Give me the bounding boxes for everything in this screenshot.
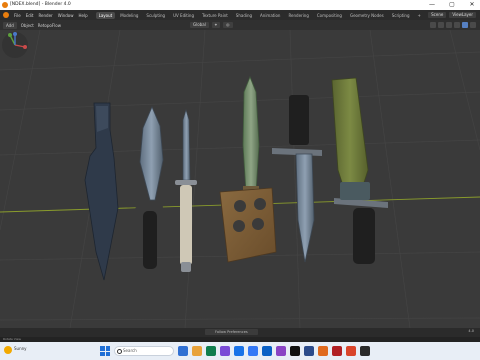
rendered-shading-icon[interactable] (470, 22, 476, 28)
taskbar-app-icon-9[interactable] (304, 346, 314, 356)
scene-selector: Scene ViewLayer (428, 12, 476, 18)
menu-window[interactable]: Window (58, 13, 74, 18)
add-menu[interactable]: Add (3, 21, 17, 29)
wireframe-shading-icon[interactable] (446, 22, 452, 28)
viewport-scene (0, 30, 480, 328)
workspace-tab-8[interactable]: Compositing (314, 12, 345, 19)
3d-viewport[interactable] (0, 30, 480, 328)
view-layer-field[interactable]: ViewLayer (449, 12, 476, 18)
workspace-tab-10[interactable]: Scripting (389, 12, 413, 19)
knife-trench-knuckle (219, 75, 277, 263)
retopoflow-menu[interactable]: RetopoFlow (38, 23, 61, 28)
blender-version: 4.0 (468, 329, 474, 333)
taskbar-app-icon-5[interactable] (248, 346, 258, 356)
viewport-shading-controls (430, 22, 476, 28)
transform-orientation-dropdown[interactable]: Global (190, 22, 209, 28)
taskbar-app-icon-7[interactable] (276, 346, 286, 356)
timeline-bar: Follow Preferences 4.0 (0, 328, 480, 337)
windows-taskbar: Sunny Search (0, 342, 480, 360)
workspace-tab-1[interactable]: Modeling (117, 12, 141, 19)
knife-stiletto (175, 108, 197, 272)
snap-icon[interactable]: ⌖ (211, 22, 221, 28)
close-button[interactable]: ✕ (468, 0, 476, 10)
menu-edit[interactable]: Edit (26, 13, 34, 18)
workspace-tab-0[interactable]: Layout (95, 11, 116, 19)
blender-top-bar: File Edit Render Window Help Layout Model… (0, 10, 480, 20)
taskbar-app-icon-2[interactable] (206, 346, 216, 356)
transform-controls: Global ⌖ ◎ (190, 22, 233, 28)
sun-icon (4, 346, 12, 354)
taskbar-app-icon-13[interactable] (360, 346, 370, 356)
workspace-tab-5[interactable]: Shading (233, 12, 255, 19)
taskbar-app-icon-1[interactable] (192, 346, 202, 356)
knife-bayonet-scabbard (331, 77, 388, 264)
taskbar-app-icon-10[interactable] (318, 346, 328, 356)
weather-text: Sunny (14, 346, 27, 351)
workspace-tab-4[interactable]: Texture Paint (199, 12, 231, 19)
solid-shading-icon[interactable] (454, 22, 460, 28)
taskbar-app-icon-0[interactable] (178, 346, 188, 356)
taskbar-app-icon-12[interactable] (346, 346, 356, 356)
menu-file[interactable]: File (14, 13, 21, 18)
material-shading-icon[interactable] (462, 22, 468, 28)
workspace-tab-7[interactable]: Rendering (285, 12, 311, 19)
proportional-edit-icon[interactable]: ◎ (223, 22, 233, 28)
object-menu[interactable]: Object (21, 23, 34, 28)
taskbar-app-icon-4[interactable] (234, 346, 244, 356)
menu-help[interactable]: Help (78, 13, 87, 18)
navigation-gizmo-icon[interactable] (0, 30, 30, 60)
windows-start-icon[interactable] (100, 346, 110, 356)
minimize-button[interactable]: — (428, 0, 436, 10)
workspace-tabs: Layout Modeling Sculpting UV Editing Texture… (95, 11, 424, 19)
workspace-tab-11[interactable]: + (415, 12, 424, 19)
workspace-tab-2[interactable]: Sculpting (143, 12, 168, 19)
taskbar-app-icon-8[interactable] (290, 346, 300, 356)
knife-sheath-dark (84, 102, 119, 281)
maximize-button[interactable]: ▢ (448, 0, 456, 10)
blender-app-icon (2, 2, 8, 8)
window-title-bar: [NDEX.blend] - Blender 4.0 — ▢ ✕ (0, 0, 480, 10)
blender-logo-icon[interactable] (3, 12, 9, 18)
taskbar-app-icon-11[interactable] (332, 346, 342, 356)
taskbar-apps (178, 346, 370, 356)
window-controls: — ▢ ✕ (428, 0, 476, 10)
taskbar-search-input[interactable]: Search (114, 346, 174, 356)
blender-window: [NDEX.blend] - Blender 4.0 — ▢ ✕ File Ed… (0, 0, 480, 360)
scene-field[interactable]: Scene (428, 12, 447, 18)
taskbar-app-icon-3[interactable] (220, 346, 230, 356)
taskbar-app-icon-6[interactable] (262, 346, 272, 356)
overlays-icon[interactable] (430, 22, 436, 28)
main-menu: File Edit Render Window Help (14, 13, 88, 18)
window-title: [NDEX.blend] - Blender 4.0 (10, 2, 71, 7)
follow-preferences-button[interactable]: Follow Preferences (205, 329, 258, 335)
workspace-tab-9[interactable]: Geometry Nodes (347, 12, 387, 19)
weather-widget[interactable]: Sunny (4, 346, 27, 354)
viewport-header: Add Object RetopoFlow Global ⌖ ◎ (0, 20, 480, 30)
menu-render[interactable]: Render (38, 13, 52, 18)
knife-spear-point (134, 105, 164, 269)
xray-icon[interactable] (438, 22, 444, 28)
workspace-tab-3[interactable]: UV Editing (170, 12, 197, 19)
workspace-tab-6[interactable]: Animation (257, 12, 283, 19)
viewport-grid (0, 30, 480, 328)
